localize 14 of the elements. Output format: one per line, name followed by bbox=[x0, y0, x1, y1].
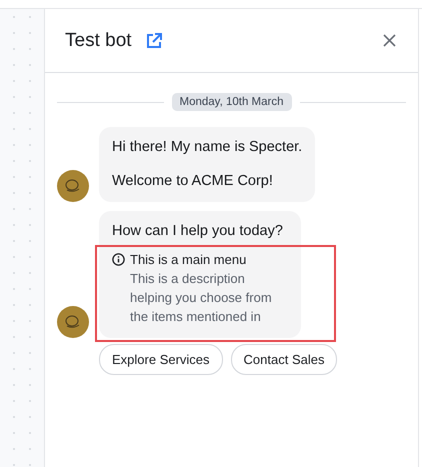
menu-title: This is a main menu bbox=[130, 252, 246, 267]
avatar-icon bbox=[57, 170, 89, 202]
quick-reply-button[interactable]: Explore Services bbox=[99, 344, 223, 375]
date-badge: Monday, 10th March bbox=[172, 93, 292, 111]
quick-reply-button[interactable]: Contact Sales bbox=[230, 344, 338, 375]
close-icon[interactable] bbox=[383, 34, 396, 47]
menu-description: This is a description helping you choose from the items mentioned in bbox=[130, 270, 273, 326]
message-text: Hi there! My name is Specter. bbox=[112, 139, 302, 156]
avatar-icon bbox=[57, 306, 89, 338]
external-link-icon[interactable] bbox=[146, 32, 162, 48]
panel-title: Test bot bbox=[65, 30, 132, 52]
message-text: How can I help you today? bbox=[112, 223, 284, 240]
info-icon bbox=[112, 253, 125, 266]
message-text: Welcome to ACME Corp! bbox=[112, 173, 274, 190]
